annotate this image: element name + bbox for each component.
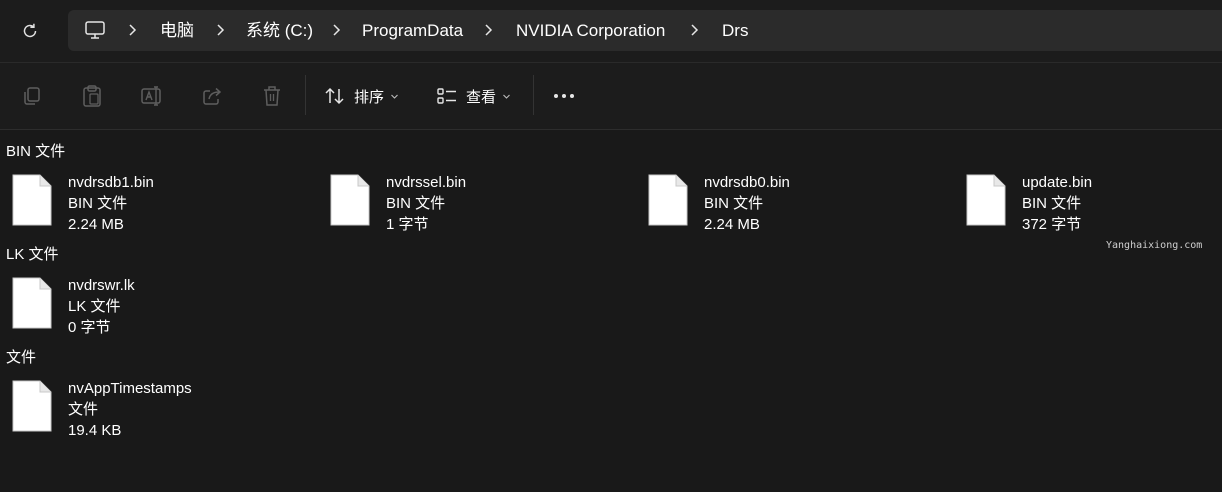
file-type: 文件 (68, 401, 99, 418)
watermark-text: Yanghaixiong.com (1106, 240, 1203, 251)
view-button[interactable]: 查看 (436, 83, 511, 109)
file-size: 372 字节 (1022, 216, 1082, 233)
refresh-button[interactable] (18, 19, 42, 43)
file-details: nvdrsdb0.bin BIN 文件 2.24 MB (704, 172, 790, 235)
group-header-bin[interactable]: BIN 文件 (6, 143, 65, 161)
file-details: update.bin BIN 文件 372 字节 (1022, 172, 1092, 235)
file-type: BIN 文件 (704, 195, 764, 212)
file-item[interactable]: nvdrssel.bin BIN 文件 1 字节 (330, 172, 630, 234)
file-details: nvdrswr.lk LK 文件 0 字节 (68, 275, 135, 338)
file-size: 2.24 MB (704, 216, 760, 233)
computer-icon[interactable] (84, 20, 106, 40)
copy-button[interactable] (20, 83, 44, 109)
file-type: LK 文件 (68, 298, 121, 315)
file-item[interactable]: nvdrsdb1.bin BIN 文件 2.24 MB (12, 172, 312, 234)
more-icon (554, 94, 574, 98)
rename-icon (141, 86, 161, 106)
chevron-down-icon (503, 94, 510, 99)
chevron-right-icon[interactable] (688, 22, 700, 38)
rename-button[interactable] (140, 83, 164, 109)
file-type: BIN 文件 (68, 195, 128, 212)
file-details: nvdrsdb1.bin BIN 文件 2.24 MB (68, 172, 154, 235)
chevron-right-icon[interactable] (482, 22, 494, 38)
chevron-right-icon[interactable] (330, 22, 342, 38)
divider (0, 129, 1222, 130)
file-type: BIN 文件 (386, 195, 446, 212)
file-item[interactable]: nvdrswr.lk LK 文件 0 字节 (12, 275, 312, 337)
breadcrumb-pc[interactable]: 电脑 (160, 21, 194, 41)
document-icon (12, 174, 52, 226)
document-icon (966, 174, 1006, 226)
file-name: nvAppTimestamps (68, 380, 192, 397)
chevron-right-icon[interactable] (214, 22, 226, 38)
file-type: BIN 文件 (1022, 195, 1082, 212)
file-item[interactable]: nvAppTimestamps 文件 19.4 KB (12, 378, 312, 440)
navigation-bar: 电脑 系统 (C:) ProgramData NVIDIA Corporatio… (0, 0, 1222, 62)
document-icon (12, 277, 52, 329)
file-size: 2.24 MB (68, 216, 124, 233)
file-name: update.bin (1022, 174, 1093, 191)
more-options-button[interactable] (552, 83, 576, 109)
file-item[interactable]: update.bin BIN 文件 372 字节 (966, 172, 1206, 234)
breadcrumb-programdata[interactable]: ProgramData (362, 21, 463, 41)
file-name: nvdrswr.lk (68, 277, 135, 294)
paste-icon (83, 85, 101, 107)
refresh-icon (23, 23, 37, 38)
paste-button[interactable] (80, 83, 104, 109)
sort-label: 排序 (354, 88, 385, 106)
document-icon (12, 380, 52, 432)
file-name: nvdrsdb0.bin (704, 174, 790, 191)
file-details: nvAppTimestamps 文件 19.4 KB (68, 378, 192, 441)
view-label: 查看 (466, 88, 497, 106)
file-size: 19.4 KB (68, 422, 122, 439)
file-size: 1 字节 (386, 216, 429, 233)
breadcrumb-nvidia-corporation[interactable]: NVIDIA Corporation (516, 21, 665, 41)
document-icon (648, 174, 688, 226)
chevron-right-icon[interactable] (126, 22, 138, 38)
trash-icon (264, 86, 280, 106)
sort-button[interactable]: 排序 (324, 83, 399, 109)
group-header-file[interactable]: 文件 (6, 349, 36, 367)
file-item[interactable]: nvdrsdb0.bin BIN 文件 2.24 MB (648, 172, 948, 234)
file-name: nvdrsdb1.bin (68, 174, 154, 191)
group-header-lk[interactable]: LK 文件 (6, 246, 59, 264)
file-name: nvdrssel.bin (386, 174, 467, 191)
file-size: 0 字节 (68, 319, 111, 336)
toolbar-separator (533, 75, 534, 115)
view-layout-icon (437, 88, 456, 104)
chevron-down-icon (391, 94, 398, 99)
command-bar: 排序 查看 (0, 63, 1222, 129)
share-button[interactable] (200, 83, 224, 109)
breadcrumb-drs[interactable]: Drs (722, 21, 748, 41)
sort-icon (325, 87, 344, 105)
delete-button[interactable] (260, 83, 284, 109)
toolbar-separator (305, 75, 306, 115)
share-icon (203, 87, 222, 105)
document-icon (330, 174, 370, 226)
breadcrumb-system-drive[interactable]: 系统 (C:) (246, 21, 313, 41)
address-bar[interactable]: 电脑 系统 (C:) ProgramData NVIDIA Corporatio… (68, 10, 1222, 51)
copy-icon (24, 87, 40, 105)
file-details: nvdrssel.bin BIN 文件 1 字节 (386, 172, 466, 235)
